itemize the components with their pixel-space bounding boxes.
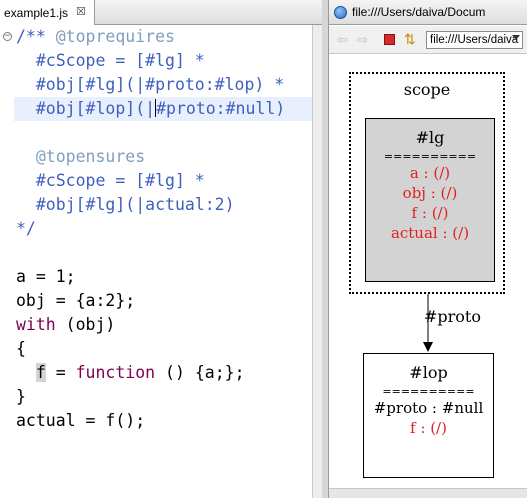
code-editor[interactable]: − /** @toprequires #cScope = [#lg] * #ob… [0, 25, 312, 498]
fold-collapse-icon[interactable]: − [3, 32, 12, 41]
editor-tab-example1[interactable]: example1.js ☒ [0, 0, 95, 25]
browser-status-bar [329, 488, 527, 498]
globe-icon [334, 5, 347, 19]
url-text: file:///Users/daiva [430, 34, 519, 46]
code-token: #proto:#null) [156, 99, 286, 118]
browser-toolbar: ⇦ ⇨ ⇅ file:///Users/daiva [329, 26, 527, 54]
forward-arrow-icon[interactable]: ⇨ [357, 33, 368, 46]
code-line: #cScope = [#lg] * [16, 51, 205, 70]
node-lop-separator: ========== [382, 386, 475, 398]
scope-cluster: scope #lg ========== a : (/) obj : (/) f… [349, 72, 505, 294]
chevron-down-icon[interactable] [512, 35, 520, 40]
proto-edge-label: #proto [424, 307, 481, 326]
refresh-icon[interactable]: ⇅ [404, 32, 416, 46]
code-line: #obj[#lg](|actual:2) [16, 195, 235, 214]
code-line: actual = f(); [16, 411, 146, 430]
stop-icon[interactable] [384, 34, 395, 45]
current-code-line: #obj[#lop](|#proto:#null) [14, 97, 312, 121]
back-arrow-icon[interactable]: ⇦ [337, 33, 348, 46]
browser-tab[interactable]: file:///Users/daiva/Docum [329, 0, 527, 25]
proto-edge-arrowhead [423, 342, 433, 352]
code-token: (obj) [55, 315, 116, 334]
code-line: } [16, 387, 26, 406]
code-line: a = 1; [16, 267, 76, 286]
code-token: #obj[#lop](| [16, 99, 156, 118]
editor-tab-label: example1.js [4, 5, 69, 20]
code-token: @toprequires [55, 27, 175, 46]
code-keyword: with [16, 315, 56, 334]
fold-gutter: − [0, 25, 14, 498]
browser-pane: file:///Users/daiva/Docum ⇦ ⇨ ⇅ file:///… [328, 0, 527, 498]
code-line: #cScope = [#lg] * [16, 171, 205, 190]
code-token: () {a;}; [155, 363, 245, 382]
code-token: = [45, 363, 76, 382]
node-lg-prop: a : (/) [409, 164, 451, 182]
code-line: { [16, 339, 26, 358]
editor-vertical-scrollbar[interactable] [312, 25, 322, 498]
code-line: #obj[#lg](|#proto:#lop) * [16, 75, 285, 94]
code-occurrence-highlight: f [35, 363, 46, 382]
close-icon[interactable]: ☒ [76, 7, 86, 18]
editor-pane: example1.js ☒ − /** @toprequires #cScope… [0, 0, 322, 498]
node-lop-title: #lop [409, 363, 448, 382]
node-lop-prop: f : (/) [410, 419, 447, 437]
node-lg-prop: actual : (/) [390, 224, 470, 242]
node-lg-prop: f : (/) [411, 204, 449, 222]
code-token: /** [16, 27, 56, 46]
code-keyword: function [75, 363, 156, 382]
browser-content: scope #lg ========== a : (/) obj : (/) f… [329, 55, 527, 498]
code-line: @topensures [16, 145, 145, 169]
node-lop-proto-prop: #proto : #null [373, 399, 484, 417]
code-line: with (obj) [16, 313, 115, 337]
code-line: obj = {a:2}; [16, 291, 136, 310]
url-field[interactable]: file:///Users/daiva [426, 31, 523, 49]
node-lg-title: #lg [415, 128, 445, 147]
code-line: */ [16, 219, 36, 238]
scope-label: scope [403, 80, 451, 99]
browser-tab-title: file:///Users/daiva/Docum [352, 5, 486, 19]
node-lg: #lg ========== a : (/) obj : (/) f : (/)… [365, 118, 495, 282]
code-line: /** @toprequires [16, 25, 175, 49]
editor-tab-bar: example1.js ☒ [0, 0, 322, 25]
node-lg-prop: obj : (/) [402, 184, 458, 202]
node-lg-separator: ========== [383, 151, 477, 163]
code-token: @topensures [35, 147, 146, 166]
code-line: f = function () {a;}; [16, 361, 245, 385]
node-lop: #lop ========== #proto : #null f : (/) [363, 353, 494, 478]
